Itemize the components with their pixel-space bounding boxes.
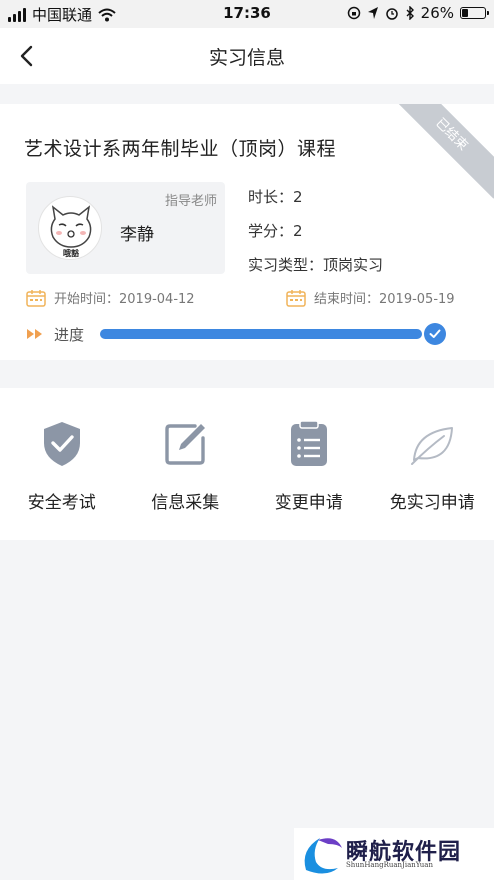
- orientation-lock-icon: [347, 6, 360, 20]
- internship-card[interactable]: 艺术设计系两年制毕业（顶岗）课程 已结束 哦豁 指导老师 李静 时长：2 学分：…: [0, 104, 494, 360]
- watermark-subtitle: ShunHangRuanJianYuan: [346, 861, 433, 869]
- location-icon: [367, 7, 378, 19]
- progress-label: 进度: [54, 325, 85, 344]
- duration-label: 时长：2: [248, 188, 303, 206]
- action-grid: 安全考试 信息采集 变更申请 免实习申请: [0, 388, 494, 540]
- change-request-label: 变更申请: [274, 493, 343, 513]
- page-title: 实习信息: [208, 47, 285, 69]
- internship-type-label: 实习类型：顶岗实习: [248, 256, 384, 274]
- battery-icon: [460, 7, 489, 19]
- bluetooth-icon: [406, 6, 414, 20]
- info-collect-button[interactable]: 信息采集: [124, 388, 248, 540]
- start-date-text: 开始时间：2019-04-12: [54, 292, 195, 307]
- end-date-text: 结束时间：2019-05-19: [314, 292, 455, 307]
- avatar-caption: 哦豁: [63, 248, 80, 258]
- battery-percent: 26%: [420, 4, 454, 22]
- alarm-icon: [385, 8, 398, 20]
- teacher-box: 哦豁 指导老师 李静: [26, 182, 225, 274]
- watermark-logo: 瞬航软件园 ShunHangRuanJianYuan: [294, 828, 494, 880]
- logo-icon: [304, 838, 342, 874]
- nav-bar: 实习信息: [0, 28, 494, 84]
- exemption-request-label: 免实习申请: [389, 493, 475, 513]
- check-circle-icon: [424, 323, 446, 345]
- shield-check-icon: [43, 422, 80, 466]
- progress-row: 进度: [26, 322, 446, 346]
- status-bar: 中国联通 17:36 26%: [0, 0, 494, 28]
- credit-label: 学分：2: [248, 222, 303, 240]
- progress-bar: [100, 329, 422, 339]
- teacher-name: 李静: [120, 225, 154, 245]
- end-date: 结束时间：2019-05-19: [286, 288, 455, 307]
- calendar-icon: [286, 289, 306, 307]
- fast-forward-icon: [27, 329, 42, 339]
- course-title: 艺术设计系两年制毕业（顶岗）课程: [24, 138, 337, 160]
- leaf-icon: [411, 427, 454, 465]
- calendar-icon: [26, 289, 46, 307]
- teacher-role: 指导老师: [164, 194, 217, 209]
- edit-icon: [165, 424, 206, 465]
- clipboard-icon: [290, 420, 327, 466]
- info-collect-label: 信息采集: [151, 493, 220, 513]
- exemption-request-button[interactable]: 免实习申请: [371, 388, 494, 540]
- avatar: 哦豁: [38, 196, 102, 260]
- change-request-button[interactable]: 变更申请: [247, 388, 371, 540]
- safety-exam-button[interactable]: 安全考试: [0, 388, 124, 540]
- safety-exam-label: 安全考试: [27, 493, 96, 513]
- start-date: 开始时间：2019-04-12: [26, 288, 195, 307]
- status-ribbon: 已结束: [387, 104, 494, 199]
